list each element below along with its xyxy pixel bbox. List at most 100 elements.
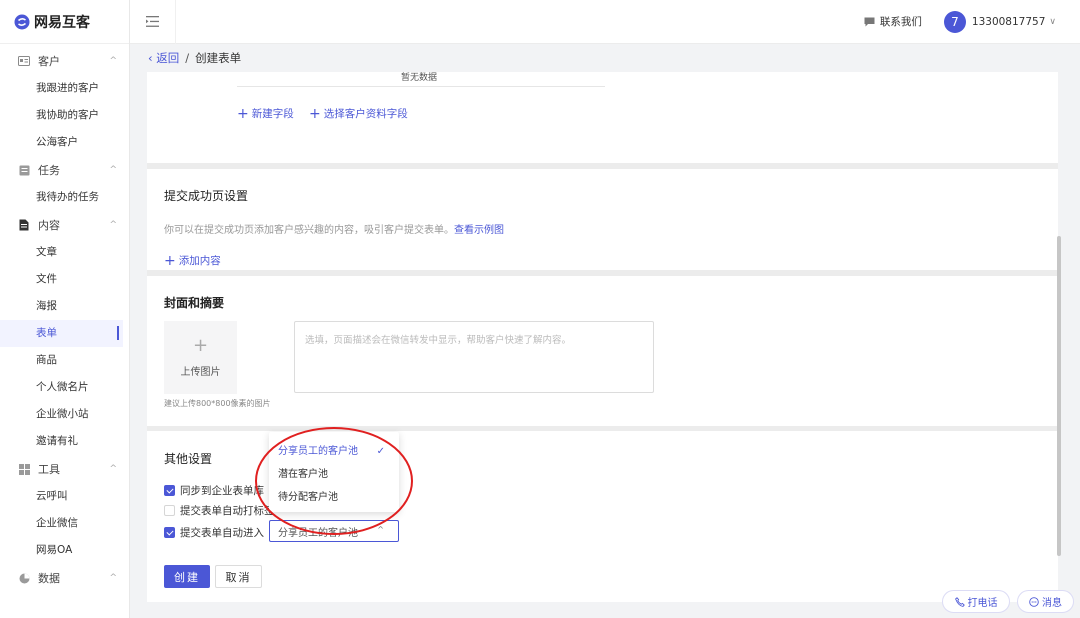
contact-us-link[interactable]: 联系我们 [864, 14, 922, 29]
sidebar-group-label: 内容 [38, 219, 60, 232]
sidebar-item-micro-site[interactable]: 企业微小站 [0, 401, 129, 428]
back-link[interactable]: ‹ 返回 [148, 50, 179, 66]
call-label: 打电话 [967, 598, 998, 609]
sync-form-library-checkbox[interactable]: 同步到企业表单库 [164, 483, 264, 498]
dropdown-option-unassigned-pool[interactable]: 待分配客户池 [269, 486, 399, 509]
brand-logo[interactable]: 网易互客 [0, 0, 129, 44]
other-settings-title: 其他设置 [164, 452, 213, 466]
checkbox-label: 同步到企业表单库 [180, 485, 264, 497]
create-button[interactable]: 创建 [164, 565, 210, 588]
plus-icon: + [309, 105, 321, 122]
dropdown-option-potential-pool[interactable]: 潜在客户池 [269, 463, 399, 486]
chevron-down-icon[interactable]: ∨ [1049, 17, 1056, 27]
sidebar-item-forms[interactable]: 表单 [0, 320, 123, 347]
sidebar-item-cloud-call[interactable]: 云呼叫 [0, 483, 129, 510]
sidebar-group-data[interactable]: 数据 ^ [0, 564, 129, 592]
sidebar-item-my-followed-customers[interactable]: 我跟进的客户 [0, 75, 129, 102]
sidebar-item-posters[interactable]: 海报 [0, 293, 129, 320]
chevron-up-icon: ^ [109, 573, 117, 583]
success-hint-text: 你可以在提交成功页添加客户感兴趣的内容，吸引客户提交表单。 [164, 225, 454, 236]
upload-image-button[interactable]: + 上传图片 [164, 321, 237, 394]
view-example-link[interactable]: 查看示例图 [454, 225, 504, 236]
grid-icon [18, 463, 30, 475]
success-page-title: 提交成功页设置 [164, 189, 249, 203]
upload-note: 建议上传800*800像素的图片 [164, 399, 271, 408]
menu-collapse-icon [146, 16, 159, 27]
checkbox-label: 提交表单自动打标签 [180, 505, 275, 517]
customer-pool-select[interactable]: 分享员工的客户池 ^ [269, 520, 399, 542]
checkbox-label: 提交表单自动进入 [180, 527, 264, 539]
sidebar-item-products[interactable]: 商品 [0, 347, 129, 374]
auto-enter-pool-checkbox[interactable]: 提交表单自动进入 [164, 525, 264, 540]
menu-toggle-button[interactable] [130, 0, 176, 44]
cover-summary-section: 封面和摘要 + 上传图片 建议上传800*800像素的图片 选填，页面描述会在微… [147, 276, 1058, 426]
checkbox-unchecked[interactable] [164, 505, 175, 516]
customer-pool-dropdown: 分享员工的客户池 潜在客户池 待分配客户池 [269, 432, 399, 512]
checkbox-checked[interactable] [164, 527, 175, 538]
chevron-up-icon: ^ [377, 525, 384, 534]
new-field-label: 新建字段 [251, 108, 294, 120]
plus-icon: + [192, 335, 209, 356]
avatar[interactable]: 7 [943, 10, 966, 33]
top-header: 联系我们 7 13300817757 ∨ [130, 0, 1080, 44]
document-icon [18, 219, 30, 231]
message-button[interactable]: 消息 [1017, 590, 1074, 613]
cancel-button[interactable]: 取消 [215, 565, 262, 588]
pie-chart-icon [18, 573, 30, 583]
user-phone[interactable]: 13300817757 [972, 16, 1046, 28]
cover-summary-title: 封面和摘要 [164, 296, 225, 310]
add-content-label: 添加内容 [178, 255, 221, 267]
sidebar-item-public-customers[interactable]: 公海客户 [0, 129, 129, 156]
sidebar-item-my-assisted-customers[interactable]: 我协助的客户 [0, 102, 129, 129]
chevron-up-icon: ^ [109, 165, 117, 175]
back-label: 返回 [156, 51, 180, 65]
sidebar-group-content[interactable]: 内容 ^ [0, 211, 129, 239]
brand-logo-icon [14, 14, 30, 29]
plus-icon: + [237, 105, 249, 122]
checkbox-checked[interactable] [164, 485, 175, 496]
chat-icon [864, 17, 875, 26]
sidebar-item-business-card[interactable]: 个人微名片 [0, 374, 129, 401]
phone-icon [954, 596, 965, 607]
sidebar-item-wecom[interactable]: 企业微信 [0, 510, 129, 537]
sidebar-item-netease-oa[interactable]: 网易OA [0, 537, 129, 564]
new-field-button[interactable]: + 新建字段 [237, 106, 294, 121]
auto-tag-checkbox[interactable]: 提交表单自动打标签 [164, 503, 275, 518]
brand-name: 网易互客 [34, 14, 90, 31]
form-content: 暂无数据 + 新建字段 + 选择客户资料字段 提交成功页设置 你可以在提交成功页… [147, 72, 1062, 602]
sidebar-item-invite-reward[interactable]: 邀请有礼 [0, 428, 129, 455]
breadcrumb: ‹ 返回 / 创建表单 [148, 48, 241, 68]
choose-field-label: 选择客户资料字段 [323, 108, 408, 120]
success-page-hint: 你可以在提交成功页添加客户感兴趣的内容，吸引客户提交表单。查看示例图 [164, 221, 504, 236]
sidebar-item-files[interactable]: 文件 [0, 266, 129, 293]
sidebar-group-label: 数据 [38, 572, 60, 585]
call-button[interactable]: 打电话 [942, 590, 1010, 613]
plus-icon: + [164, 252, 176, 269]
form-fields-section: 暂无数据 + 新建字段 + 选择客户资料字段 [147, 72, 1058, 164]
scrollbar[interactable] [1057, 236, 1061, 556]
message-label: 消息 [1042, 598, 1062, 609]
sidebar-group-task[interactable]: 任务 ^ [0, 156, 129, 184]
sidebar-group-tools[interactable]: 工具 ^ [0, 455, 129, 483]
dropdown-option-shared-pool[interactable]: 分享员工的客户池 [269, 440, 399, 463]
contact-us-label: 联系我们 [879, 16, 922, 28]
breadcrumb-separator: / [185, 51, 190, 65]
add-content-button[interactable]: + 添加内容 [164, 253, 221, 268]
choose-customer-field-button[interactable]: + 选择客户资料字段 [309, 106, 408, 121]
sidebar-group-customer[interactable]: 客户 ^ [0, 47, 129, 75]
empty-data-text: 暂无数据 [401, 73, 438, 83]
sidebar: 网易互客 客户 ^ 我跟进的客户 我协助的客户 公海客户 任务 ^ 我待办的任务… [0, 0, 130, 618]
upload-image-label: 上传图片 [180, 367, 221, 378]
message-icon [1029, 596, 1039, 607]
chevron-up-icon: ^ [109, 56, 117, 66]
sidebar-group-label: 客户 [38, 55, 60, 68]
select-value: 分享员工的客户池 [278, 527, 358, 539]
description-textarea[interactable]: 选填，页面描述会在微信转发中显示，帮助客户快速了解内容。 [294, 321, 654, 393]
task-icon [18, 165, 30, 175]
id-card-icon [18, 56, 30, 66]
page-title: 创建表单 [195, 51, 242, 65]
sidebar-item-my-todo-tasks[interactable]: 我待办的任务 [0, 184, 129, 211]
sidebar-item-articles[interactable]: 文章 [0, 239, 129, 266]
divider [237, 86, 605, 87]
chevron-up-icon: ^ [109, 220, 117, 230]
